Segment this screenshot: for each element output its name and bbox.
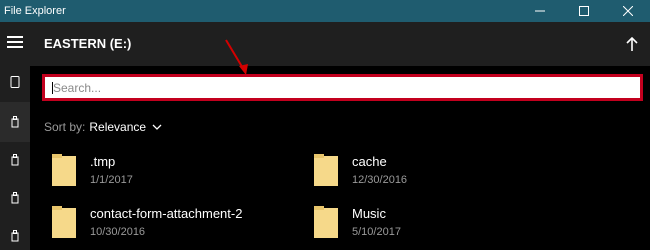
minimize-icon — [535, 10, 545, 12]
usb-drive-icon — [11, 192, 19, 204]
phone-icon — [10, 76, 20, 88]
close-button[interactable] — [606, 0, 650, 22]
hamburger-icon — [7, 36, 23, 48]
rail-drive-eastern[interactable] — [0, 102, 30, 142]
title-bar: File Explorer — [0, 0, 650, 22]
folder-icon — [52, 206, 76, 238]
search-box — [42, 74, 643, 101]
minimize-button[interactable] — [518, 0, 562, 22]
usb-drive-icon — [11, 116, 19, 128]
window-title: File Explorer — [4, 5, 66, 17]
item-name: contact-form-attachment-2 — [90, 206, 243, 221]
maximize-icon — [579, 6, 589, 16]
item-name: Music — [352, 206, 386, 221]
arrow-up-icon — [626, 37, 638, 51]
list-item[interactable]: Music 5/10/2017 — [314, 206, 401, 238]
sort-control[interactable]: Sort by: Relevance — [44, 120, 162, 134]
search-input[interactable] — [45, 77, 640, 98]
rail-drive-3[interactable] — [0, 178, 30, 218]
usb-drive-icon — [11, 154, 19, 166]
folder-icon — [314, 154, 338, 186]
rail-device-1[interactable] — [0, 62, 30, 102]
maximize-button[interactable] — [562, 0, 606, 22]
close-icon — [623, 6, 633, 16]
location-header: EASTERN (E:) — [30, 22, 650, 66]
item-name: cache — [352, 154, 387, 169]
location-title: EASTERN (E:) — [44, 36, 132, 51]
item-name: .tmp — [90, 154, 116, 169]
rail-drive-4[interactable] — [0, 216, 30, 250]
chevron-down-icon — [152, 124, 162, 130]
item-date: 12/30/2016 — [352, 174, 408, 186]
list-item[interactable]: .tmp 1/1/2017 — [52, 154, 133, 186]
list-item[interactable]: contact-form-attachment-2 10/30/2016 — [52, 206, 242, 238]
folder-icon — [52, 154, 76, 186]
item-date: 10/30/2016 — [90, 226, 146, 238]
usb-drive-icon — [11, 230, 19, 242]
rail-drive-2[interactable] — [0, 140, 30, 180]
menu-button[interactable] — [0, 22, 30, 62]
text-caret — [52, 82, 53, 94]
list-item[interactable]: cache 12/30/2016 — [314, 154, 407, 186]
folder-icon — [314, 206, 338, 238]
sort-value[interactable]: Relevance — [89, 120, 146, 134]
window-controls — [518, 0, 650, 22]
left-nav-rail — [0, 22, 30, 250]
sort-label: Sort by: — [44, 120, 86, 134]
item-date: 5/10/2017 — [352, 226, 401, 238]
up-button[interactable] — [622, 34, 642, 54]
item-date: 1/1/2017 — [90, 174, 133, 186]
